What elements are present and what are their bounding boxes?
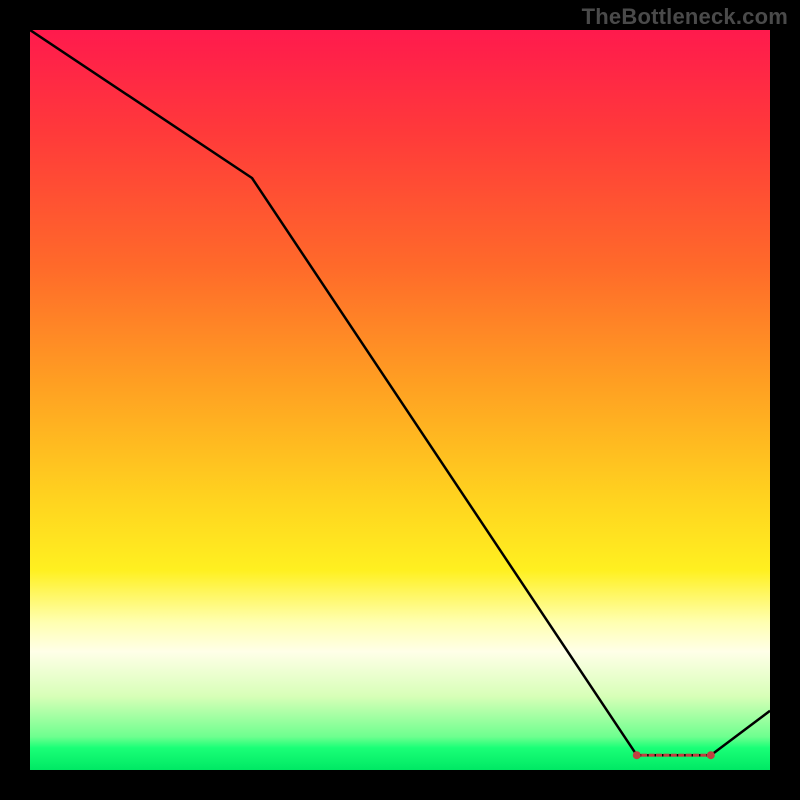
chart-frame: TheBottleneck.com <box>0 0 800 800</box>
trough-marker-dot <box>633 751 641 759</box>
curve-line <box>30 30 770 755</box>
plot-area <box>30 30 770 770</box>
curve-group <box>30 30 770 755</box>
chart-overlay <box>30 30 770 770</box>
watermark-text: TheBottleneck.com <box>582 4 788 30</box>
trough-marker-group <box>633 751 715 759</box>
trough-marker-dot <box>707 751 715 759</box>
